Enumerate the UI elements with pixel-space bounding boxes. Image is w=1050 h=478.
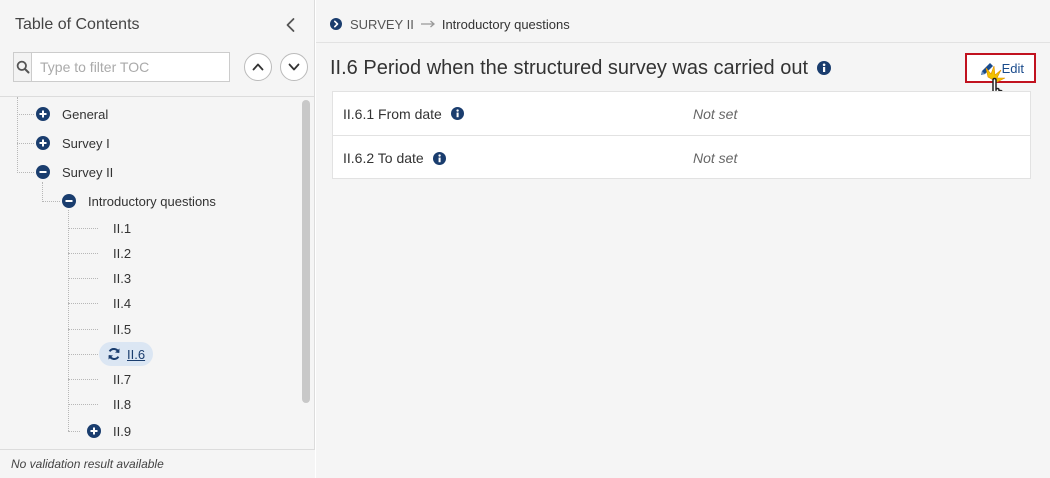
toc-item-ii-4[interactable]: II.4 xyxy=(113,292,131,314)
next-item-button[interactable] xyxy=(280,53,308,81)
toc-item-introductory-questions[interactable]: Introductory questions xyxy=(62,190,216,212)
arrow-right-icon xyxy=(420,17,436,32)
minus-circle-icon[interactable] xyxy=(62,194,76,208)
tree-guide xyxy=(68,253,98,254)
plus-circle-icon[interactable] xyxy=(36,107,50,121)
toc-item-ii-8[interactable]: II.8 xyxy=(113,393,131,415)
toc-item-label: II.5 xyxy=(113,321,132,337)
toc-scrollbar-thumb[interactable] xyxy=(302,100,310,403)
toc-item-label: Survey I xyxy=(62,135,110,151)
field-label: II.6.2 To date xyxy=(343,150,446,166)
pencil-icon xyxy=(981,63,993,75)
toc-filter-input[interactable] xyxy=(32,53,229,81)
search-icon xyxy=(14,53,32,81)
toc-item-label: General xyxy=(62,106,109,122)
tree-guide xyxy=(68,379,98,380)
toc-filter-row xyxy=(13,52,309,82)
toc-item-ii-1[interactable]: II.1 xyxy=(113,217,131,239)
field-label-text: II.6.1 From date xyxy=(343,105,442,122)
main-content: SURVEY II Introductory questions II.6 Pe… xyxy=(316,0,1050,478)
chevron-left-icon xyxy=(286,18,295,32)
toc-item-label: II.1 xyxy=(113,220,132,236)
toc-item-ii-5[interactable]: II.5 xyxy=(113,318,131,340)
tree-guide xyxy=(42,182,43,202)
toc-item-ii-3[interactable]: II.3 xyxy=(113,267,131,289)
fields-table: II.6.1 From date Not set II.6.2 To date … xyxy=(332,91,1031,179)
toc-item-label: II.3 xyxy=(113,270,132,286)
chevron-right-circle-icon xyxy=(330,18,342,30)
tree-guide xyxy=(68,210,69,431)
breadcrumb: SURVEY II Introductory questions xyxy=(330,15,570,33)
refresh-icon xyxy=(108,348,120,360)
section-title-text: II.6 Period when the structured survey w… xyxy=(330,56,809,79)
toc-item-label: Introductory questions xyxy=(88,193,216,209)
info-icon[interactable] xyxy=(432,151,446,165)
tree-guide xyxy=(68,431,80,432)
toc-item-ii-9[interactable]: II.9 xyxy=(87,420,131,442)
field-label-text: II.6.2 To date xyxy=(343,150,424,166)
toc-item-label: II.7 xyxy=(113,371,132,387)
tree-guide xyxy=(17,143,34,144)
collapse-sidebar-button[interactable] xyxy=(281,15,301,35)
section-title: II.6 Period when the structured survey w… xyxy=(330,55,832,81)
toc-item-general[interactable]: General xyxy=(36,103,108,125)
toc-item-ii-7[interactable]: II.7 xyxy=(113,368,131,390)
toc-item-label: Survey II xyxy=(62,164,114,180)
tree-guide xyxy=(68,404,98,405)
breadcrumb-survey-ii[interactable]: SURVEY II xyxy=(350,17,414,32)
plus-circle-icon[interactable] xyxy=(36,136,50,150)
toc-header: Table of Contents xyxy=(15,15,305,35)
field-row-to-date: II.6.2 To date Not set xyxy=(333,136,1030,180)
tree-guide xyxy=(17,97,18,173)
validation-status-bar: No validation result available xyxy=(0,449,315,478)
minus-circle-icon[interactable] xyxy=(36,165,50,179)
tree-guide xyxy=(17,114,34,115)
tree-guide xyxy=(68,278,98,279)
validation-status-text: No validation result available xyxy=(11,457,164,471)
previous-item-button[interactable] xyxy=(244,53,272,81)
header-divider xyxy=(316,42,1050,43)
edit-button[interactable]: Edit xyxy=(965,53,1036,83)
toc-item-ii-2[interactable]: II.2 xyxy=(113,242,131,264)
tree-guide xyxy=(68,329,98,330)
tree-guide xyxy=(17,172,34,173)
toc-item-label: II.2 xyxy=(113,245,132,261)
field-row-from-date: II.6.1 From date Not set xyxy=(333,92,1030,136)
toc-item-label: II.8 xyxy=(113,396,132,412)
toc-item-survey-ii[interactable]: Survey II xyxy=(36,161,113,183)
toc-filter-box xyxy=(13,52,230,82)
toc-tree: General Survey I Survey II Introductory … xyxy=(0,97,315,449)
tree-guide xyxy=(68,354,98,355)
toc-title: Table of Contents xyxy=(15,16,140,33)
chevron-up-icon xyxy=(252,63,264,71)
toc-item-label: II.6 xyxy=(127,346,146,362)
plus-circle-icon[interactable] xyxy=(87,424,101,438)
chevron-down-icon xyxy=(288,63,300,71)
tree-guide xyxy=(42,201,60,202)
field-value: Not set xyxy=(693,150,738,166)
info-icon[interactable] xyxy=(450,107,464,120)
toc-item-survey-i[interactable]: Survey I xyxy=(36,132,110,154)
toc-item-label: II.9 xyxy=(113,423,132,439)
info-icon[interactable] xyxy=(817,61,832,75)
tree-guide xyxy=(68,303,98,304)
toc-scrollbar[interactable] xyxy=(302,100,310,444)
toc-sidebar: Table of Contents Type to filter TOC Gen… xyxy=(0,0,315,478)
tree-guide xyxy=(68,228,98,229)
field-value: Not set xyxy=(693,105,738,122)
toc-item-label: II.4 xyxy=(113,295,132,311)
toc-item-ii-6[interactable]: II.6 xyxy=(99,342,154,366)
field-label: II.6.1 From date xyxy=(343,106,464,122)
breadcrumb-introductory-questions: Introductory questions xyxy=(441,16,570,32)
edit-button-label: Edit xyxy=(1001,60,1024,76)
